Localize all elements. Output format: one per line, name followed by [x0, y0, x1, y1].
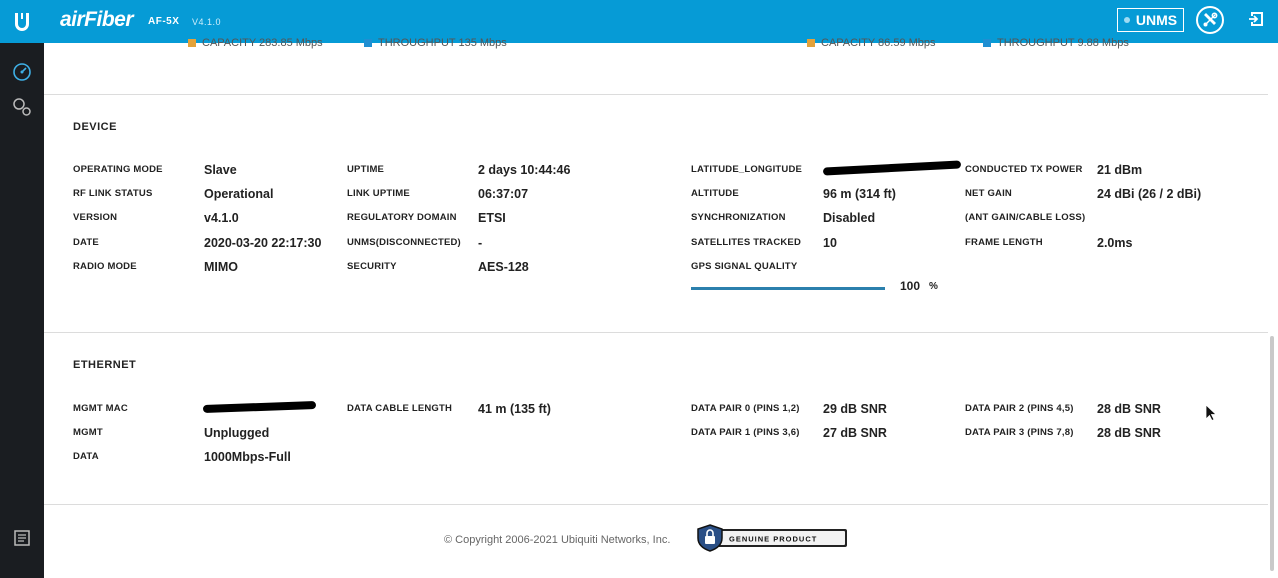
tools-icon — [1203, 12, 1218, 27]
regulatory-domain-label: REGULATORY DOMAIN — [347, 212, 457, 223]
operating-mode-label: OPERATING MODE — [73, 164, 163, 175]
regulatory-domain-value: ETSI — [478, 211, 506, 225]
throughput-swatch — [364, 39, 372, 47]
legend-label: THROUGHPUT 135 Mbps — [378, 37, 507, 49]
section-divider — [44, 504, 1268, 505]
device-model: AF-5X — [148, 16, 180, 27]
sidebar-item-dashboard[interactable] — [11, 61, 33, 83]
tx-power-value: 21 dBm — [1097, 163, 1143, 177]
unms-status-dot — [1123, 17, 1130, 23]
net-gain-label: NET GAIN — [965, 188, 1012, 199]
tx-power-label: CONDUCTED TX POWER — [965, 164, 1083, 175]
mgmt-label: MGMT — [73, 427, 103, 438]
redacted-coordinates — [822, 160, 962, 176]
version-label: VERSION — [73, 212, 118, 223]
synchronization-value: Disabled — [823, 211, 876, 225]
gps-quality-value: 100 — [900, 279, 921, 293]
data-pair-2-value: 28 dB SNR — [1097, 402, 1161, 416]
legend-right-capacity: CAPACITY 86.59 Mbps — [807, 37, 936, 49]
data-pair-1-value: 27 dB SNR — [823, 426, 887, 440]
altitude-value: 96 m (314 ft) — [823, 187, 896, 201]
settings-icon — [13, 98, 31, 116]
rf-link-status-label: RF LINK STATUS — [73, 188, 153, 199]
legend-label: CAPACITY 283.85 Mbps — [202, 37, 323, 49]
data-pair-3-label: DATA PAIR 3 (PINS 7,8) — [965, 427, 1074, 438]
capacity-swatch — [807, 39, 815, 47]
gps-quality-label: GPS SIGNAL QUALITY — [691, 261, 798, 272]
data-pair-1-label: DATA PAIR 1 (PINS 3,6) — [691, 427, 800, 438]
unms-status-value: - — [478, 236, 483, 250]
mgmt-mac-label: MGMT MAC — [73, 403, 128, 414]
section-divider — [44, 332, 1268, 333]
tools-button[interactable] — [1196, 6, 1224, 34]
logout-icon — [1249, 12, 1263, 26]
mouse-cursor-icon — [1205, 404, 1217, 422]
date-label: DATE — [73, 237, 99, 248]
date-value: 2020-03-20 22:17:30 — [204, 236, 322, 250]
lat-long-label: LATITUDE_LONGITUDE — [691, 164, 803, 175]
gps-quality-bar — [691, 287, 885, 290]
gps-quality-bar-fill — [691, 287, 885, 290]
mgmt-value: Unplugged — [204, 426, 270, 440]
legend-label: CAPACITY 86.59 Mbps — [821, 37, 936, 49]
ethernet-section-title: ETHERNET — [73, 359, 137, 371]
dashboard-icon — [13, 63, 31, 81]
net-gain-value: 24 dBi (26 / 2 dBi) — [1097, 187, 1202, 201]
genuine-product-badge[interactable]: GENUINE PRODUCT — [697, 524, 849, 552]
rf-link-status-value: Operational — [204, 187, 274, 201]
frame-length-value: 2.0ms — [1097, 236, 1133, 250]
throughput-swatch — [983, 39, 991, 47]
sidebar-item-log[interactable] — [11, 527, 33, 549]
net-gain-sub-label: (ANT GAIN/CABLE LOSS) — [965, 212, 1086, 223]
frame-length-label: FRAME LENGTH — [965, 237, 1043, 248]
capacity-swatch — [188, 39, 196, 47]
firmware-version: V4.1.0 — [192, 17, 222, 27]
security-value: AES-128 — [478, 260, 529, 274]
link-uptime-value: 06:37:07 — [478, 187, 529, 201]
brand-name: airFiber — [60, 8, 134, 31]
genuine-badge-text: GENUINE PRODUCT — [729, 535, 817, 544]
log-icon — [14, 530, 30, 546]
unms-status-label: UNMS(DISCONNECTED) — [347, 237, 461, 248]
sidebar-item-settings[interactable] — [11, 96, 33, 118]
redacted-mac — [202, 401, 317, 413]
security-label: SECURITY — [347, 261, 397, 272]
legend-label: THROUGHPUT 9.88 Mbps — [997, 37, 1129, 49]
device-section-title: DEVICE — [73, 121, 117, 133]
uptime-label: UPTIME — [347, 164, 385, 175]
sidebar — [0, 43, 44, 578]
data-pair-0-value: 29 dB SNR — [823, 402, 887, 416]
copyright-text: © Copyright 2006-2021 Ubiquiti Networks,… — [444, 534, 671, 546]
radio-mode-value: MIMO — [204, 260, 239, 274]
scrollbar[interactable] — [1270, 336, 1274, 571]
link-uptime-label: LINK UPTIME — [347, 188, 410, 199]
synchronization-label: SYNCHRONIZATION — [691, 212, 786, 223]
unms-button-label: UNMS — [1135, 12, 1178, 28]
data-label: DATA — [73, 451, 99, 462]
unms-button[interactable]: UNMS — [1117, 8, 1184, 32]
satellites-label: SATELLITES TRACKED — [691, 237, 802, 248]
cable-length-value: 41 m (135 ft) — [478, 402, 551, 416]
section-divider — [44, 94, 1268, 95]
uptime-value: 2 days 10:44:46 — [478, 163, 571, 177]
version-value: v4.1.0 — [204, 211, 239, 225]
data-value: 1000Mbps-Full — [204, 450, 291, 464]
data-pair-3-value: 28 dB SNR — [1097, 426, 1161, 440]
logout-button[interactable] — [1246, 8, 1268, 30]
radio-mode-label: RADIO MODE — [73, 261, 137, 272]
cable-length-label: DATA CABLE LENGTH — [347, 403, 453, 414]
legend-left-capacity: CAPACITY 283.85 Mbps — [188, 37, 323, 49]
data-pair-2-label: DATA PAIR 2 (PINS 4,5) — [965, 403, 1074, 414]
satellites-value: 10 — [823, 236, 837, 250]
altitude-label: ALTITUDE — [691, 188, 739, 199]
legend-left-throughput: THROUGHPUT 135 Mbps — [364, 37, 507, 49]
legend-right-throughput: THROUGHPUT 9.88 Mbps — [983, 37, 1129, 49]
operating-mode-value: Slave — [204, 163, 237, 177]
gps-quality-unit: % — [929, 281, 938, 292]
data-pair-0-label: DATA PAIR 0 (PINS 1,2) — [691, 403, 800, 414]
ubiquiti-logo-icon[interactable] — [0, 0, 44, 43]
